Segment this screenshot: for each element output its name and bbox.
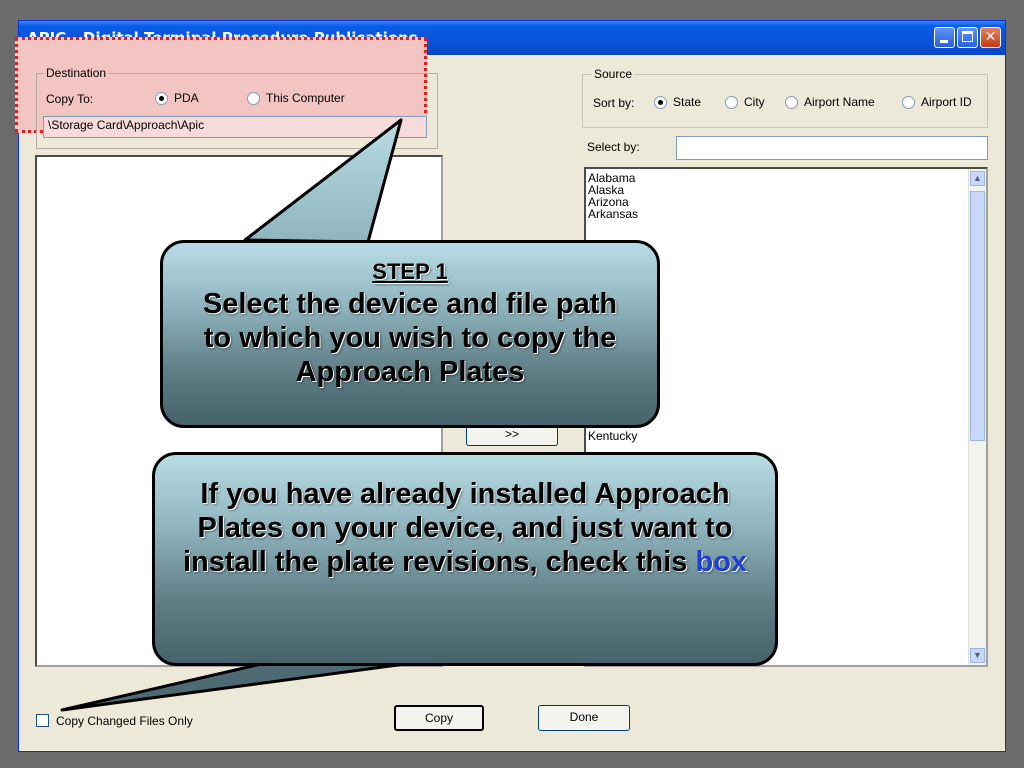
step1-tail	[243, 118, 403, 244]
step1-text: Select the device and file path to which…	[202, 288, 618, 388]
step2-highlight: box	[695, 546, 748, 578]
step2-text: If you have already installed Approach P…	[182, 478, 733, 578]
step1-header: STEP 1	[372, 259, 448, 284]
step2-tail	[60, 660, 422, 712]
step2-callout: If you have already installed Approach P…	[152, 452, 778, 666]
step2-body: If you have already installed Approach P…	[155, 477, 775, 579]
step1-callout: STEP 1 Select the device and file path t…	[160, 240, 660, 428]
